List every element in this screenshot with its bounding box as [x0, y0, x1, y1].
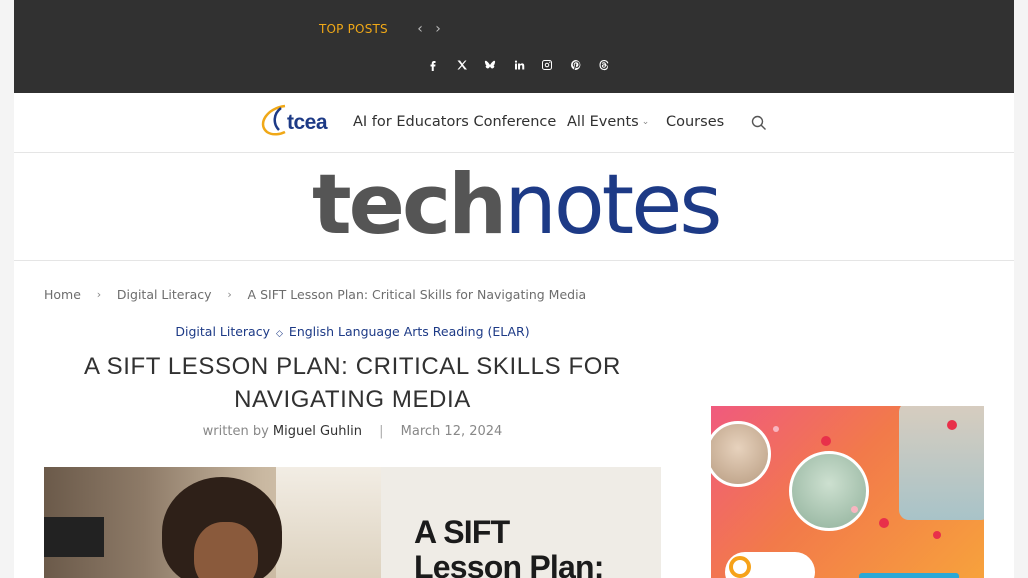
site-brand[interactable]: technotes	[312, 155, 723, 255]
publish-date: March 12, 2024	[400, 424, 503, 439]
ad-photo-3	[899, 406, 984, 520]
author-link[interactable]: Miguel Guhlin	[273, 424, 362, 439]
category-elar[interactable]: English Language Arts Reading (ELAR)	[289, 324, 530, 339]
breadcrumb: Home › Digital Literacy › A SIFT Lesson …	[44, 287, 586, 302]
breadcrumb-home[interactable]: Home	[44, 287, 81, 302]
featured-text: A SIFT Lesson Plan:	[414, 515, 604, 578]
photo-person-face	[194, 522, 258, 578]
article-title: A SIFT LESSON PLAN: CRITICAL SKILLS FOR …	[84, 353, 621, 413]
meta-divider: |	[379, 424, 384, 439]
ad-photo-2	[789, 451, 869, 531]
category-digital-literacy[interactable]: Digital Literacy	[175, 324, 270, 339]
chevron-right-icon: ›	[96, 288, 102, 301]
main-nav: tcea AI for Educators Conference All Eve…	[14, 93, 1014, 153]
featured-text-line1: A SIFT	[414, 514, 510, 550]
brand-part-notes: notes	[504, 156, 722, 253]
ad-dot	[821, 436, 831, 446]
featured-text-panel: A SIFT Lesson Plan:	[381, 467, 661, 578]
featured-photo	[44, 467, 381, 578]
menu-courses[interactable]: Courses	[666, 114, 724, 130]
chevron-left-icon[interactable]: ‹	[413, 20, 427, 38]
ad-dot	[773, 426, 779, 432]
featured-text-line2: Lesson Plan:	[414, 549, 604, 578]
masthead: technotes	[14, 153, 1014, 261]
brand-part-tech: tech	[312, 156, 507, 253]
pinterest-icon[interactable]	[562, 55, 591, 75]
page: TOP POSTS ‹ › tcea AI for Educators Conf…	[14, 0, 1014, 578]
ad-photo-1	[711, 421, 771, 487]
article-meta: written by Miguel Guhlin | March 12, 202…	[44, 424, 661, 439]
ad-dot	[933, 531, 941, 539]
tcea-logo[interactable]: tcea	[255, 98, 339, 140]
sidebar-ad-banner[interactable]	[711, 406, 984, 578]
linkedin-icon[interactable]	[505, 55, 534, 75]
diamond-separator-icon: ◇	[276, 329, 283, 339]
ad-dot	[851, 506, 858, 513]
featured-image: A SIFT Lesson Plan:	[44, 467, 661, 578]
photo-window	[276, 467, 381, 578]
breadcrumb-digital-literacy[interactable]: Digital Literacy	[117, 287, 212, 302]
chevron-right-icon: ›	[227, 288, 232, 301]
written-by-label: written by	[202, 424, 269, 439]
chevron-right-icon[interactable]: ›	[431, 20, 445, 38]
sun-icon	[729, 556, 751, 578]
breadcrumb-current: A SIFT Lesson Plan: Critical Skills for …	[247, 287, 587, 302]
search-icon[interactable]	[751, 115, 767, 131]
social-links	[419, 55, 619, 75]
ad-dot	[879, 518, 889, 528]
x-icon[interactable]	[448, 55, 477, 75]
photo-tv	[44, 517, 104, 557]
bluesky-icon[interactable]	[476, 55, 505, 75]
menu-all-events-label: All Events	[567, 114, 639, 130]
ad-dot	[947, 420, 957, 430]
menu-all-events[interactable]: All Events ⌄	[567, 114, 649, 130]
facebook-icon[interactable]	[419, 55, 448, 75]
ad-cta-bar	[859, 573, 959, 578]
chevron-down-icon: ⌄	[641, 117, 650, 127]
top-bar: TOP POSTS ‹ ›	[14, 0, 1014, 93]
logo-text: tcea	[287, 111, 328, 134]
article-categories: Digital Literacy ◇ English Language Arts R…	[44, 324, 661, 339]
instagram-icon[interactable]	[533, 55, 562, 75]
threads-icon[interactable]	[590, 55, 619, 75]
menu-ai-conference[interactable]: AI for Educators Conference	[353, 114, 556, 130]
top-posts-label: TOP POSTS	[319, 22, 388, 36]
